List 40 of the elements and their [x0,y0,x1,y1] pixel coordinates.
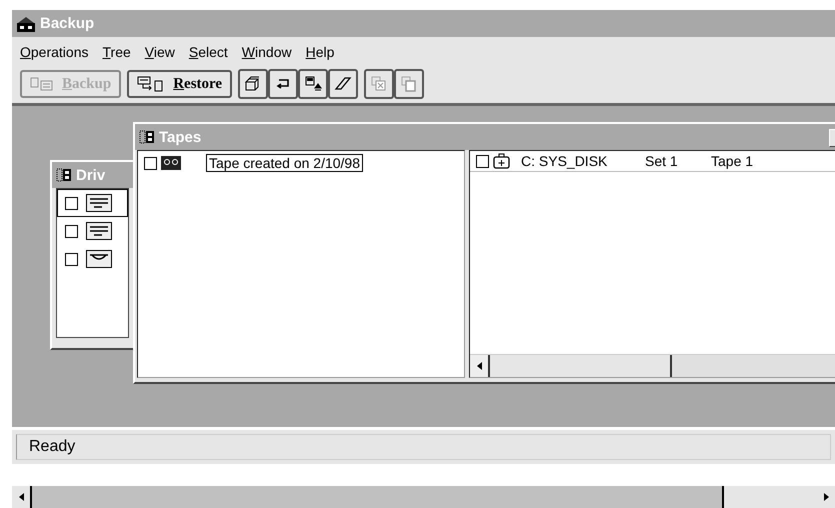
eject-icon [304,76,322,92]
tape-set-icon [56,167,72,183]
menu-item[interactable]: Tree [102,44,131,60]
menu-item[interactable]: Operations [20,44,88,60]
cd-drive-icon [86,250,112,268]
right-arrow-icon[interactable] [824,493,828,501]
menu-item[interactable]: Window [242,44,292,60]
toolbar-button[interactable]: Restore [127,70,232,98]
status-text: Ready [16,434,831,460]
horizontal-scrollbar[interactable] [12,486,835,508]
window-title: Tapes [159,128,202,146]
hard-drive-icon [86,222,112,240]
checkbox[interactable] [476,154,489,168]
checkbox[interactable] [144,156,157,170]
window-title: Driv [76,166,106,184]
list-cell: Tape 1 [711,153,754,169]
checkbox[interactable] [65,224,78,238]
menu-item[interactable]: View [144,44,175,60]
hard-drive-icon [86,194,112,212]
toolbar-icon-button[interactable] [238,69,268,99]
checkbox[interactable] [65,252,78,266]
toolbar-icon-button[interactable] [328,69,358,99]
toolbar-icon-button[interactable] [298,69,328,99]
drive-row[interactable] [57,189,128,217]
briefcase-icon [493,153,511,169]
tape-cassette-icon [161,156,181,170]
eraser-icon [334,76,352,92]
window-title: Backup [40,15,94,32]
toolbar-icon-button[interactable] [268,69,298,99]
list-cell-text: Set 1 [645,153,679,169]
left-arrow-icon[interactable] [476,362,482,370]
menu-item[interactable]: Select [188,44,228,60]
windows-icon [400,76,418,92]
left-arrow-icon[interactable] [18,493,24,501]
list-cell-text: C: SYS_DISK [521,153,608,169]
checkbox[interactable] [65,196,78,210]
tape-set-entry[interactable]: Tape created on 2/10/98 [207,155,362,171]
tape-set-icon [139,129,155,145]
menu-item[interactable]: Help [306,44,334,60]
horizontal-scrollbar[interactable] [470,354,835,377]
